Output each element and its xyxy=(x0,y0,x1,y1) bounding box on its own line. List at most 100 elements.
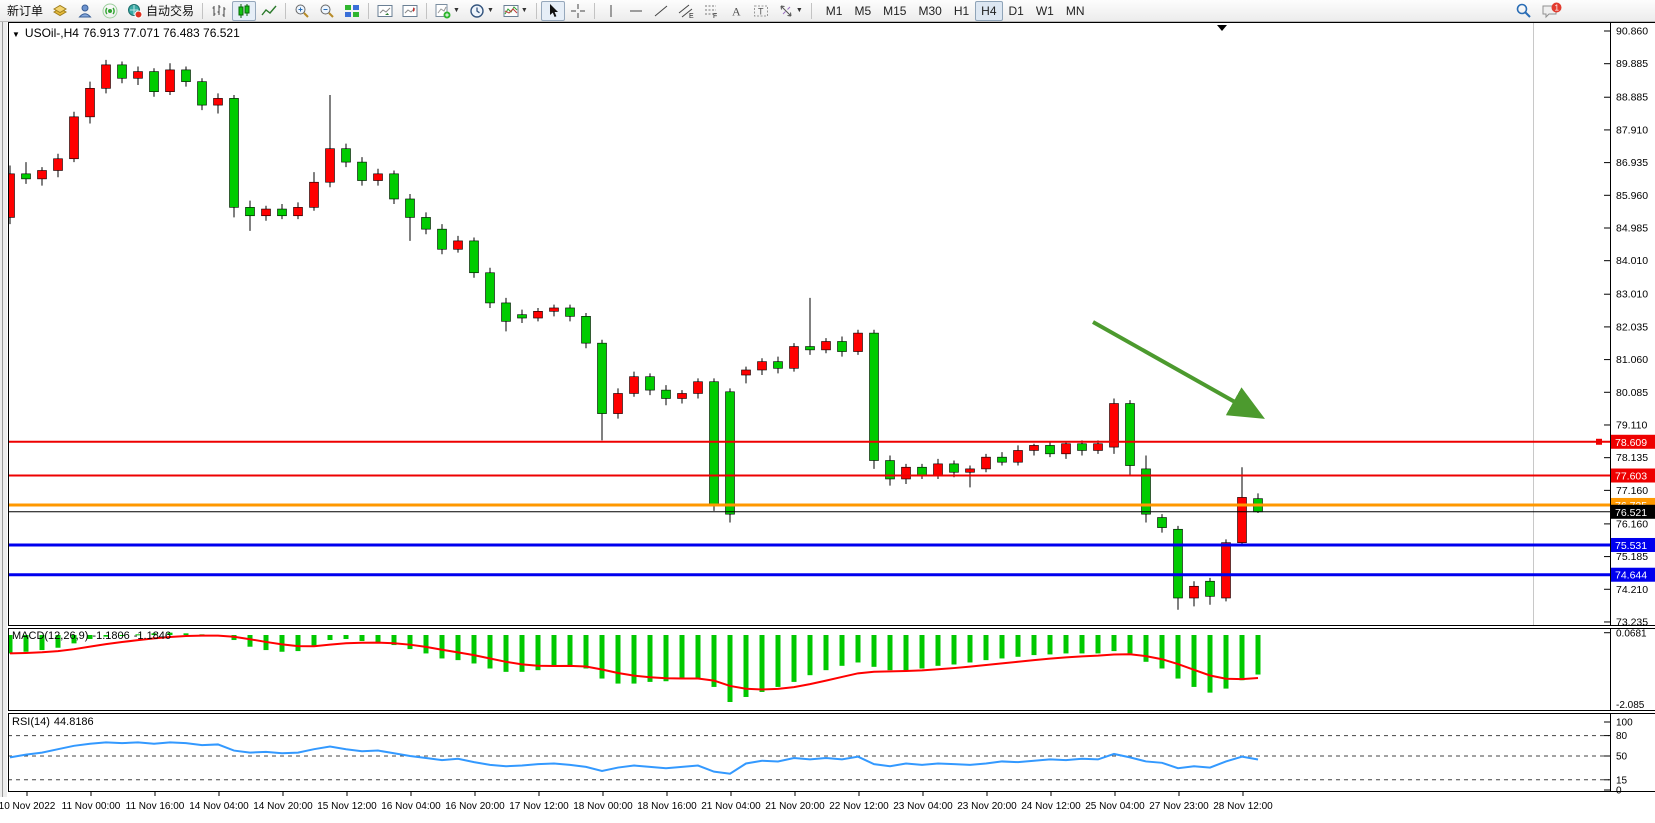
timeframe-H1[interactable]: H1 xyxy=(948,1,975,21)
candle[interactable] xyxy=(1190,586,1199,598)
candle[interactable] xyxy=(566,308,575,316)
candle[interactable] xyxy=(758,362,767,370)
auto-scroll-button[interactable] xyxy=(373,1,397,21)
candle[interactable] xyxy=(1062,444,1071,454)
candle[interactable] xyxy=(390,174,399,199)
new-order-button[interactable]: 新订单 xyxy=(3,1,47,21)
candle[interactable] xyxy=(102,65,111,88)
templates-button[interactable]: ▼ xyxy=(499,1,532,21)
candle[interactable] xyxy=(598,343,607,413)
candle[interactable] xyxy=(22,174,31,179)
text-button[interactable]: A xyxy=(724,1,748,21)
candle[interactable] xyxy=(470,241,479,273)
candle[interactable] xyxy=(1158,518,1167,528)
timeframe-W1[interactable]: W1 xyxy=(1030,1,1060,21)
candle[interactable] xyxy=(1206,581,1215,596)
chart-surface[interactable]: 78.60977.60376.72576.52175.53174.64490.8… xyxy=(0,22,1655,823)
candle[interactable] xyxy=(918,467,927,475)
equidistant-channel-button[interactable]: E xyxy=(674,1,698,21)
candle[interactable] xyxy=(1094,444,1103,451)
candle[interactable] xyxy=(1078,444,1087,451)
candle[interactable] xyxy=(454,241,463,249)
zoom-out-button[interactable] xyxy=(315,1,339,21)
candle[interactable] xyxy=(518,315,527,318)
timeframe-M15[interactable]: M15 xyxy=(877,1,912,21)
candle[interactable] xyxy=(374,174,383,181)
chart-shift-marker[interactable] xyxy=(1217,25,1227,31)
candle[interactable] xyxy=(1014,450,1023,462)
search-button[interactable] xyxy=(1511,1,1536,21)
candle[interactable] xyxy=(326,149,335,183)
timeframe-M30[interactable]: M30 xyxy=(912,1,947,21)
timeframe-MN[interactable]: MN xyxy=(1060,1,1091,21)
candle[interactable] xyxy=(70,117,79,159)
candle[interactable] xyxy=(982,457,991,469)
zoom-in-button[interactable] xyxy=(290,1,314,21)
fibonacci-button[interactable]: F xyxy=(699,1,723,21)
charts-stack-button[interactable] xyxy=(48,1,72,21)
candle[interactable] xyxy=(966,469,975,472)
cursor-button[interactable] xyxy=(541,1,565,21)
notifications-button[interactable]: 1 xyxy=(1537,1,1567,21)
candle[interactable] xyxy=(806,347,815,350)
line-chart-button[interactable] xyxy=(257,1,281,21)
candle[interactable] xyxy=(726,392,735,514)
candlestick-chart-button[interactable] xyxy=(232,1,256,21)
horizontal-line-button[interactable] xyxy=(624,1,648,21)
timeframe-M1[interactable]: M1 xyxy=(820,1,849,21)
candle[interactable] xyxy=(678,393,687,398)
candle[interactable] xyxy=(502,303,511,321)
candle[interactable] xyxy=(294,207,303,215)
candle[interactable] xyxy=(310,182,319,207)
candle[interactable] xyxy=(262,209,271,216)
text-label-button[interactable]: T xyxy=(749,1,773,21)
candle[interactable] xyxy=(854,333,863,351)
candle[interactable] xyxy=(214,98,223,105)
candle[interactable] xyxy=(662,390,671,398)
market-watch-button[interactable] xyxy=(73,1,97,21)
candle[interactable] xyxy=(342,149,351,162)
candle[interactable] xyxy=(1046,445,1055,453)
candle[interactable] xyxy=(934,464,943,476)
candle[interactable] xyxy=(406,199,415,217)
candle[interactable] xyxy=(550,308,559,311)
candle[interactable] xyxy=(150,72,159,92)
candle[interactable] xyxy=(86,88,95,117)
candle[interactable] xyxy=(1110,404,1119,448)
crosshair-button[interactable] xyxy=(566,1,590,21)
candle[interactable] xyxy=(742,370,751,375)
candle[interactable] xyxy=(54,159,63,171)
candle[interactable] xyxy=(1222,543,1231,598)
candle[interactable] xyxy=(1030,445,1039,450)
trend-arrow[interactable] xyxy=(1093,322,1258,415)
candle[interactable] xyxy=(38,170,47,178)
chart-shift-button[interactable] xyxy=(398,1,422,21)
candle[interactable] xyxy=(694,382,703,394)
timeframe-M5[interactable]: M5 xyxy=(848,1,877,21)
candle[interactable] xyxy=(278,209,287,216)
candle[interactable] xyxy=(182,70,191,82)
shapes-button[interactable]: ▼ xyxy=(774,1,807,21)
timeframe-D1[interactable]: D1 xyxy=(1003,1,1030,21)
candle[interactable] xyxy=(534,311,543,318)
candle[interactable] xyxy=(246,207,255,215)
candle[interactable] xyxy=(582,316,591,343)
candle[interactable] xyxy=(134,72,143,79)
candle[interactable] xyxy=(998,457,1007,462)
tile-windows-button[interactable] xyxy=(340,1,364,21)
candle[interactable] xyxy=(790,347,799,369)
candle[interactable] xyxy=(438,229,447,249)
periods-button[interactable]: ▼ xyxy=(465,1,498,21)
candle[interactable] xyxy=(198,82,207,105)
candle[interactable] xyxy=(486,273,495,303)
candle[interactable] xyxy=(838,341,847,351)
candle[interactable] xyxy=(646,377,655,390)
line-marker[interactable] xyxy=(1596,439,1602,445)
candle[interactable] xyxy=(950,464,959,472)
candle[interactable] xyxy=(710,382,719,506)
candle[interactable] xyxy=(230,98,239,207)
candle[interactable] xyxy=(774,362,783,369)
trendline-button[interactable] xyxy=(649,1,673,21)
chart-collapse-icon[interactable]: ▼ xyxy=(12,30,20,39)
new-chart-button[interactable]: ▼ xyxy=(431,1,464,21)
